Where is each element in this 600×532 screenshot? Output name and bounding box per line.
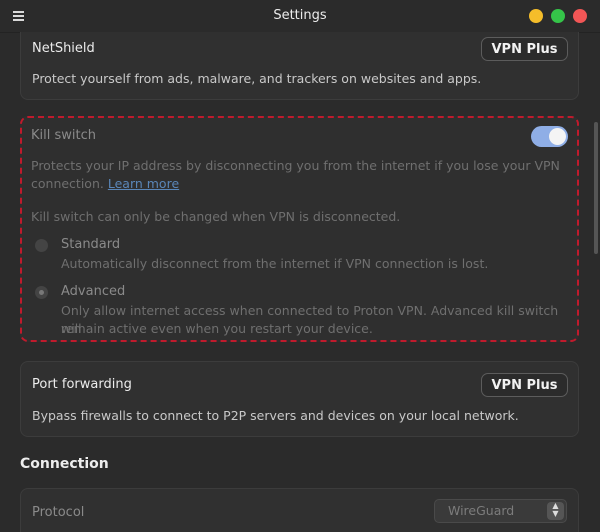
netshield-vpn-plus-button[interactable]: VPN Plus (481, 37, 568, 61)
maximize-button[interactable] (551, 9, 565, 23)
toggle-knob (549, 128, 566, 145)
killswitch-description-prefix: connection. (31, 176, 104, 191)
window-title: Settings (273, 8, 327, 23)
killswitch-toggle[interactable] (531, 126, 568, 147)
netshield-description: Protect yourself from ads, malware, and … (32, 71, 482, 86)
advanced-option-label: Advanced (61, 284, 126, 299)
port-forwarding-title: Port forwarding (32, 377, 132, 392)
port-forwarding-card: Port forwarding VPN Plus Bypass firewall… (20, 361, 579, 437)
chevron-updown-icon: ▲ ▼ (547, 502, 564, 520)
netshield-title: NetShield (32, 41, 95, 56)
protocol-select[interactable]: WireGuard ▲ ▼ (434, 499, 567, 523)
learn-more-link[interactable]: Learn more (108, 176, 179, 191)
close-button[interactable] (573, 9, 587, 23)
scrollbar[interactable] (594, 122, 598, 254)
minimize-button[interactable] (529, 9, 543, 23)
port-forwarding-description: Bypass firewalls to connect to P2P serve… (32, 408, 519, 423)
title-bar: Settings (0, 0, 600, 33)
killswitch-title: Kill switch (31, 128, 96, 143)
advanced-option-description-line2: remain active even when you restart your… (61, 321, 373, 336)
port-forwarding-vpn-plus-button[interactable]: VPN Plus (481, 373, 568, 397)
netshield-card: NetShield VPN Plus Protect yourself from… (20, 32, 579, 100)
killswitch-description-line1: Protects your IP address by disconnectin… (31, 158, 560, 173)
settings-content: NetShield VPN Plus Protect yourself from… (0, 32, 600, 532)
standard-radio[interactable] (35, 239, 48, 252)
protocol-card: Protocol WireGuard ▲ ▼ (20, 488, 579, 532)
connection-section-title: Connection (20, 456, 109, 472)
killswitch-card: Kill switch Protects your IP address by … (20, 116, 579, 342)
standard-option-label: Standard (61, 237, 121, 252)
standard-option-description: Automatically disconnect from the intern… (61, 256, 489, 271)
advanced-radio[interactable] (35, 286, 48, 299)
protocol-label: Protocol (32, 505, 85, 520)
killswitch-disabled-notice: Kill switch can only be changed when VPN… (31, 209, 401, 224)
killswitch-description-line2: connection. Learn more (31, 175, 179, 193)
protocol-select-value: WireGuard (448, 503, 515, 518)
